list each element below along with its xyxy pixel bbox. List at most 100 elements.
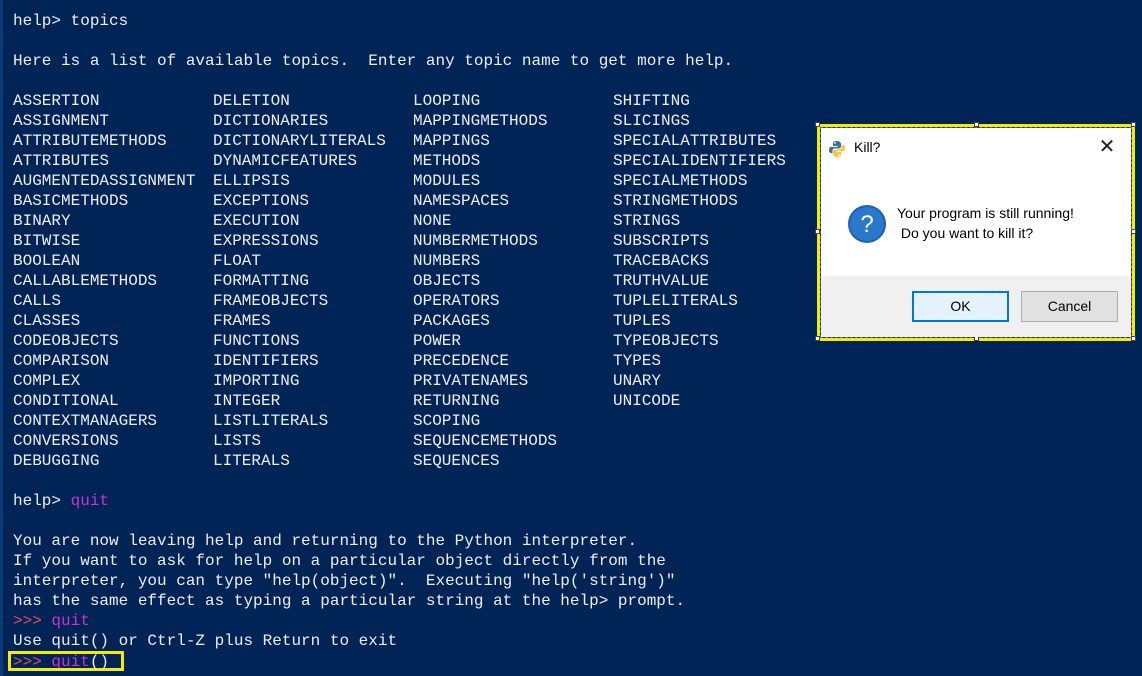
- leaving-text-3: interpreter, you can type "help(object)"…: [13, 572, 676, 590]
- ok-button[interactable]: OK: [912, 291, 1009, 322]
- topic-item: BASICMETHODS: [13, 192, 129, 210]
- topic-item: MAPPINGS: [413, 132, 490, 150]
- leaving-text-1: You are now leaving help and returning t…: [13, 532, 638, 550]
- topic-item: COMPLEX: [13, 372, 81, 390]
- topic-item: DICTIONARIES: [213, 112, 329, 130]
- svg-text:?: ?: [860, 211, 873, 238]
- topic-item: IDENTIFIERS: [213, 352, 319, 370]
- topic-item: CLASSES: [13, 312, 81, 330]
- command-topics: topics: [70, 12, 129, 30]
- topic-item: MAPPINGMETHODS: [413, 112, 548, 130]
- close-icon[interactable]: ✕: [1097, 137, 1117, 157]
- question-icon: ?: [847, 204, 887, 244]
- resize-handle: [815, 336, 820, 341]
- topic-item: SEQUENCES: [413, 452, 500, 470]
- topic-item: UNARY: [613, 372, 662, 390]
- topic-item: TUPLES: [613, 312, 671, 330]
- topic-item: STRINGMETHODS: [613, 192, 738, 210]
- topic-item: ATTRIBUTES: [13, 152, 110, 170]
- command-quit: quit: [51, 612, 90, 630]
- highlight-box: [8, 651, 124, 671]
- topic-item: SEQUENCEMETHODS: [413, 432, 558, 450]
- topic-item: EXPRESSIONS: [213, 232, 319, 250]
- topic-item: ASSIGNMENT: [13, 112, 110, 130]
- topic-item: TRUTHVALUE: [613, 272, 710, 290]
- resize-handle: [815, 229, 820, 234]
- cancel-button[interactable]: Cancel: [1021, 291, 1118, 322]
- topic-item: SCOPING: [413, 412, 481, 430]
- python-icon: [828, 140, 846, 158]
- topic-item: PRECEDENCE: [413, 352, 510, 370]
- topic-item: TUPLELITERALS: [613, 292, 738, 310]
- topics-intro: Here is a list of available topics. Ente…: [13, 52, 734, 70]
- topic-item: CODEOBJECTS: [13, 332, 119, 350]
- topic-item: RETURNING: [413, 392, 500, 410]
- kill-dialog: Kill? ✕ ? Your program is still running!…: [821, 128, 1131, 337]
- topic-item: FRAMES: [213, 312, 271, 330]
- topic-item: AUGMENTEDASSIGNMENT: [13, 172, 196, 190]
- topic-item: DELETION: [213, 92, 290, 110]
- topic-item: BITWISE: [13, 232, 81, 250]
- topic-item: BOOLEAN: [13, 252, 81, 270]
- python-quit-line: >>> quit: [13, 611, 90, 631]
- topic-item: CONDITIONAL: [13, 392, 119, 410]
- topic-item: FUNCTIONS: [213, 332, 300, 350]
- topic-item: NUMBERMETHODS: [413, 232, 538, 250]
- topic-item: ATTRIBUTEMETHODS: [13, 132, 167, 150]
- topic-item: COMPARISON: [13, 352, 110, 370]
- topic-item: PRIVATENAMES: [413, 372, 529, 390]
- topic-item: FLOAT: [213, 252, 262, 270]
- topic-item: FORMATTING: [213, 272, 310, 290]
- quit-message: Use quit() or Ctrl-Z plus Return to exit: [13, 632, 398, 650]
- help-prompt-line: help> topics: [13, 11, 128, 31]
- topic-item: ASSERTION: [13, 92, 100, 110]
- topic-item: SUBSCRIPTS: [613, 232, 710, 250]
- topic-item: LITERALS: [213, 452, 290, 470]
- topic-item: SPECIALMETHODS: [613, 172, 748, 190]
- topic-item: ELLIPSIS: [213, 172, 290, 190]
- topic-item: STRINGS: [613, 212, 681, 230]
- topic-item: UNICODE: [613, 392, 681, 410]
- topic-item: TRACEBACKS: [613, 252, 710, 270]
- topic-item: INTEGER: [213, 392, 281, 410]
- topic-item: MODULES: [413, 172, 481, 190]
- resize-handle: [1131, 229, 1136, 234]
- topic-item: DYNAMICFEATURES: [213, 152, 358, 170]
- help-prompt: help>: [13, 492, 71, 510]
- topic-item: LOOPING: [413, 92, 481, 110]
- dialog-footer: OK Cancel: [821, 276, 1131, 337]
- resize-handle: [1131, 336, 1136, 341]
- resize-handle: [1131, 122, 1136, 127]
- topic-item: NAMESPACES: [413, 192, 510, 210]
- topic-item: METHODS: [413, 152, 481, 170]
- resize-handle: [974, 122, 979, 127]
- command-quit: quit: [70, 492, 110, 510]
- topic-item: OBJECTS: [413, 272, 481, 290]
- topic-item: CALLS: [13, 292, 62, 310]
- topic-item: OPERATORS: [413, 292, 500, 310]
- topic-item: IMPORTING: [213, 372, 300, 390]
- help-prompt: help>: [13, 12, 71, 30]
- topic-item: SHIFTING: [613, 92, 690, 110]
- topic-item: TYPES: [613, 352, 662, 370]
- topic-item: DICTIONARYLITERALS: [213, 132, 386, 150]
- topic-item: NUMBERS: [413, 252, 481, 270]
- topic-item: FRAMEOBJECTS: [213, 292, 329, 310]
- topic-item: TYPEOBJECTS: [613, 332, 719, 350]
- dialog-message-line-2: Do you want to kill it?: [897, 225, 1034, 241]
- topic-item: PACKAGES: [413, 312, 490, 330]
- topic-item: CALLABLEMETHODS: [13, 272, 158, 290]
- leaving-text-2: If you want to ask for help on a particu…: [13, 552, 666, 570]
- topic-item: DEBUGGING: [13, 452, 100, 470]
- topic-item: EXECUTION: [213, 212, 300, 230]
- topic-item: LISTLITERALS: [213, 412, 329, 430]
- python-prompt: >>>: [13, 612, 52, 630]
- topic-item: NONE: [413, 212, 452, 230]
- topic-item: BINARY: [13, 212, 71, 230]
- dialog-message-line-1: Your program is still running!: [897, 205, 1074, 221]
- topic-item: SPECIALIDENTIFIERS: [613, 152, 786, 170]
- topic-item: SLICINGS: [613, 112, 690, 130]
- topic-item: EXCEPTIONS: [213, 192, 310, 210]
- topic-item: SPECIALATTRIBUTES: [613, 132, 777, 150]
- dialog-message: Your program is still running! Do you wa…: [897, 203, 1074, 243]
